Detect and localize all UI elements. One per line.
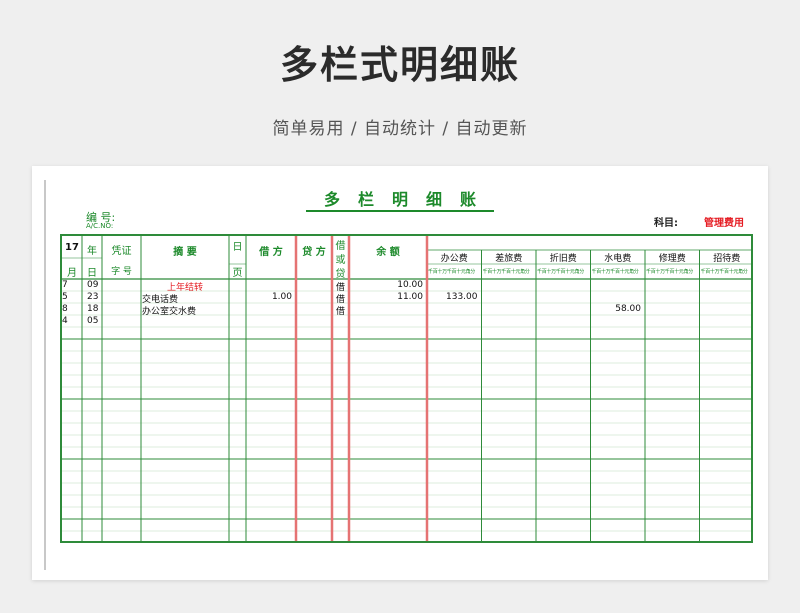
header-page-bottom: 页	[232, 268, 243, 279]
header-page-top: 日	[232, 242, 243, 253]
header-voucher: 凭证	[111, 246, 132, 257]
cell-summary: 办公室交水费	[142, 306, 197, 317]
cell-debit: 1.00	[271, 291, 292, 302]
header-year-suffix: 年	[87, 246, 97, 257]
cell-month: 7	[62, 279, 68, 290]
card-left-rule	[44, 180, 46, 570]
hero-subtitle: 简单易用 / 自动统计 / 自动更新	[272, 119, 528, 139]
header-direction-1: 借	[335, 241, 346, 252]
cell-day: 05	[87, 315, 99, 326]
ledger-sheet: 17 年 月 日 凭证 字 号 摘 要 日 页 借 方 贷 方 借 或 贷 余 …	[60, 234, 753, 543]
category-header: 水电费	[604, 254, 632, 264]
subject-value: 管理费用	[704, 218, 744, 229]
header-debit: 借 方	[259, 247, 283, 258]
cell-month: 8	[62, 303, 68, 314]
header-day: 日	[87, 268, 97, 279]
category-header: 招待费	[713, 254, 741, 264]
header-balance: 余 额	[376, 247, 400, 258]
digit-units-label: 千百十万千百十元角分	[428, 269, 476, 275]
digit-units-label: 千百十万千百十元角分	[700, 269, 748, 275]
ledger-card: 多栏明细账 编 号: A/C.NO: 科目: 管理费用 17 年 月 日 凭证 …	[32, 166, 768, 580]
category-header: 差旅费	[495, 254, 523, 264]
account-number-en-label: A/C.NO:	[86, 222, 114, 230]
cell-day: 09	[87, 279, 99, 290]
cell-month: 4	[62, 315, 68, 326]
digit-units-label: 千百十万千百十元角分	[482, 269, 530, 275]
cell-day: 23	[87, 291, 99, 302]
ledger-title: 多栏明细账	[32, 186, 768, 212]
digit-units-label: 千百十万千百十元角分	[537, 269, 585, 275]
ledger-title-text: 多栏明细账	[305, 190, 494, 212]
header-year: 17	[65, 242, 79, 253]
digit-units-label: 千百十万千百十元角分	[591, 269, 639, 275]
category-header: 办公费	[440, 254, 468, 264]
header-summary: 摘 要	[173, 247, 197, 258]
cell-month: 5	[62, 291, 68, 302]
cell-category-amount: 58.00	[615, 303, 641, 314]
header-month: 月	[67, 268, 77, 279]
hero-title: 多栏式明细账	[279, 43, 520, 87]
cell-direction: 借	[335, 306, 345, 317]
cell-day: 18	[87, 303, 99, 314]
header-direction-3: 贷	[335, 269, 346, 280]
header-voucher-no: 字 号	[111, 267, 132, 277]
subject-label: 科目:	[654, 218, 678, 229]
cell-balance: 10.00	[397, 279, 423, 290]
category-header: 折旧费	[549, 254, 577, 264]
cell-category-amount: 133.00	[446, 291, 478, 302]
category-header: 修理费	[658, 254, 686, 264]
header-credit: 贷 方	[302, 247, 326, 258]
digit-units-label: 千百十万千百十元角分	[646, 269, 694, 275]
header-direction-2: 或	[335, 255, 346, 266]
cell-balance: 11.00	[397, 291, 423, 302]
